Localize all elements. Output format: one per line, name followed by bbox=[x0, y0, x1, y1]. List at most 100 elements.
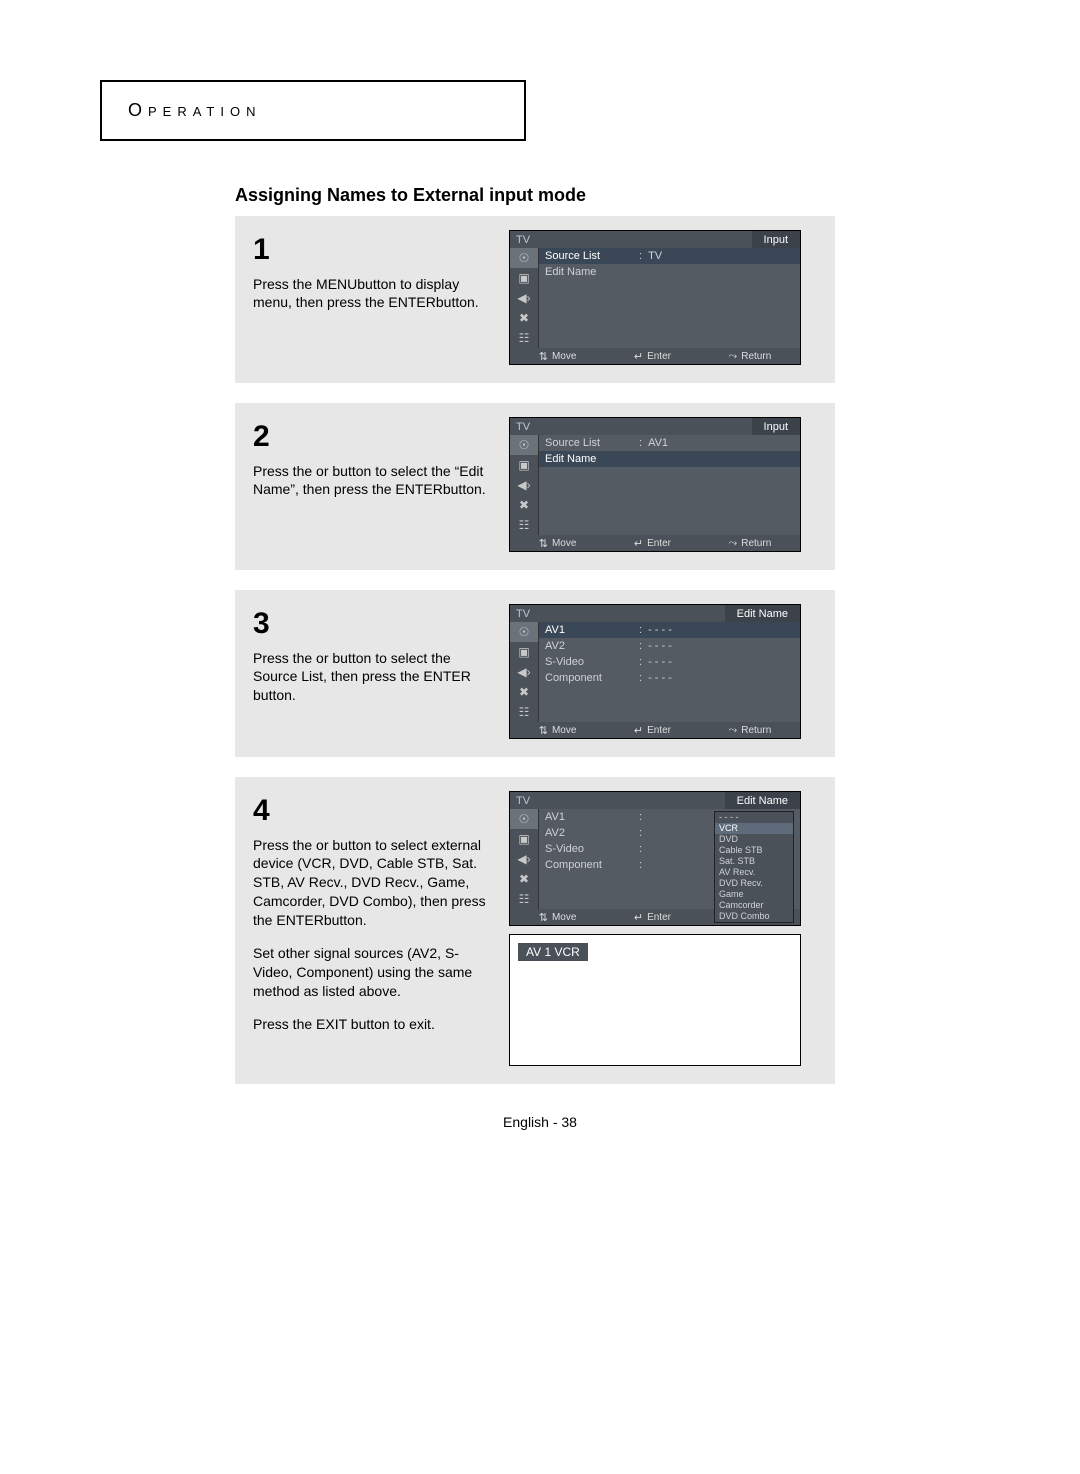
dropdown-item: Cable STB bbox=[715, 845, 793, 856]
box-icon: ▣ bbox=[510, 642, 538, 662]
osd-row-val: - - - - bbox=[648, 672, 672, 684]
step-1-text: 1 Press the MENUbutton to display menu, … bbox=[253, 230, 493, 373]
section-title: Assigning Names to External input mode bbox=[235, 185, 980, 206]
osd-2-row-edit-name: Edit Name bbox=[539, 451, 800, 467]
osd-row-label: AV2 bbox=[545, 827, 633, 839]
step-2-text-b: or bbox=[316, 463, 332, 479]
osd-3-footer: ⇅ Move ↵Enter ⤳Return bbox=[510, 722, 800, 738]
osd-footer-return: ⤳ Return bbox=[728, 537, 771, 550]
osd-3-tv-label: TV bbox=[510, 608, 536, 620]
osd-1-row-edit-name: Edit Name bbox=[539, 264, 800, 280]
osd-row-label: Edit Name bbox=[545, 266, 633, 278]
osd-3-content: AV1 : - - - - AV2 : - - - - S-Video : bbox=[539, 622, 800, 722]
return-icon: ⤳ bbox=[728, 537, 737, 550]
osd-1-content: Source List : TV Edit Name bbox=[539, 248, 800, 348]
box-icon: ▣ bbox=[510, 455, 538, 475]
osd-row-label: AV1 bbox=[545, 624, 633, 636]
display-icon: ☉ bbox=[510, 435, 538, 455]
step-4-para2: Set other signal sources (AV2, S-Video, … bbox=[253, 944, 493, 1001]
step-4: 4 Press the or button to select external… bbox=[235, 777, 835, 1084]
updown-icon: ⇅ bbox=[539, 724, 548, 737]
osd-panel-4: TV Edit Name ☉ ▣ ◀› ✖ ☷ AV1 : bbox=[509, 791, 801, 926]
osd-row-label: S-Video bbox=[545, 656, 633, 668]
osd-row-label: AV2 bbox=[545, 640, 633, 652]
page: Operation Assigning Names to External in… bbox=[0, 0, 1080, 1474]
step-2-osd-wrap: TV Input ☉ ▣ ◀› ✖ ☷ Source List : bbox=[509, 417, 817, 560]
osd-4-body: ☉ ▣ ◀› ✖ ☷ AV1 : AV2 : bbox=[510, 809, 800, 909]
display-icon: ☉ bbox=[510, 248, 538, 268]
step-1: 1 Press the MENUbutton to display menu, … bbox=[235, 216, 835, 383]
x-icon: ✖ bbox=[510, 308, 538, 328]
sliders-icon: ☷ bbox=[510, 328, 538, 348]
osd-3-title: Edit Name bbox=[725, 605, 800, 622]
osd-footer-enter: ↵Enter bbox=[634, 724, 671, 737]
osd-3-row-av1: AV1 : - - - - bbox=[539, 622, 800, 638]
box-icon: ▣ bbox=[510, 829, 538, 849]
osd-panel-2: TV Input ☉ ▣ ◀› ✖ ☷ Source List : bbox=[509, 417, 801, 552]
osd-row-label: Source List bbox=[545, 437, 633, 449]
osd-3-header: TV Edit Name bbox=[510, 605, 800, 622]
osd-3-icon-rail: ☉ ▣ ◀› ✖ ☷ bbox=[510, 622, 539, 722]
osd-3-row-svideo: S-Video : - - - - bbox=[539, 654, 800, 670]
step-1-number: 1 bbox=[253, 230, 493, 271]
osd-panel-3: TV Edit Name ☉ ▣ ◀› ✖ ☷ AV1 : bbox=[509, 604, 801, 739]
osd-4-dropdown: - - - - VCR DVD Cable STB Sat. STB AV Re… bbox=[714, 811, 794, 923]
speaker-icon: ◀› bbox=[510, 475, 538, 495]
osd-row-label: Edit Name bbox=[545, 453, 633, 465]
osd-footer-enter: ↵Enter bbox=[634, 537, 671, 550]
osd-2-row-source-list: Source List : AV1 bbox=[539, 435, 800, 451]
osd-footer-enter: ↵ Enter bbox=[634, 350, 671, 363]
speaker-icon: ◀› bbox=[510, 662, 538, 682]
osd-row-label: Source List bbox=[545, 250, 633, 262]
step-2-text: 2 Press the or button to select the “Edi… bbox=[253, 417, 493, 560]
osd-row-colon: : bbox=[639, 624, 642, 636]
dropdown-item: DVD Recv. bbox=[715, 878, 793, 889]
osd-row-val: - - - - bbox=[648, 656, 672, 668]
osd-2-content: Source List : AV1 Edit Name bbox=[539, 435, 800, 535]
step-2-number: 2 bbox=[253, 417, 493, 458]
osd-footer-move: ⇅Move bbox=[539, 350, 577, 363]
step-4-text-d: button. bbox=[324, 912, 367, 928]
osd-1-tv-label: TV bbox=[510, 234, 536, 246]
osd-row-val: - - - - bbox=[648, 640, 672, 652]
osd-footer-move-label: Move bbox=[552, 725, 576, 736]
return-icon: ⤳ bbox=[728, 724, 737, 737]
sliders-icon: ☷ bbox=[510, 889, 538, 909]
osd-2-header: TV Input bbox=[510, 418, 800, 435]
step-1-text-a: Press the MENU bbox=[253, 276, 357, 292]
osd-footer-enter-label: Enter bbox=[647, 351, 671, 362]
osd-row-colon: : bbox=[639, 437, 642, 449]
speaker-icon: ◀› bbox=[510, 849, 538, 869]
step-3: 3 Press the or button to select the Sour… bbox=[235, 590, 835, 757]
page-footer: English - 38 bbox=[100, 1114, 980, 1130]
osd-row-colon: : bbox=[639, 843, 642, 855]
sliders-icon: ☷ bbox=[510, 702, 538, 722]
osd-footer-enter-label: Enter bbox=[647, 725, 671, 736]
osd-1-header: TV Input bbox=[510, 231, 800, 248]
osd-4-title: Edit Name bbox=[725, 792, 800, 809]
osd-row-colon: : bbox=[639, 656, 642, 668]
dropdown-item: DVD bbox=[715, 834, 793, 845]
osd-2-tv-label: TV bbox=[510, 421, 536, 433]
osd-footer-return: ⤳Return bbox=[728, 350, 771, 363]
enter-icon: ↵ bbox=[634, 537, 643, 550]
display-icon: ☉ bbox=[510, 809, 538, 829]
step-3-text-a: Press the bbox=[253, 650, 316, 666]
step-4-text-b: or bbox=[316, 837, 332, 853]
operation-header-box: Operation bbox=[100, 80, 526, 141]
dropdown-item: Game bbox=[715, 889, 793, 900]
osd-row-label: AV1 bbox=[545, 811, 633, 823]
osd-2-footer: ⇅Move ↵Enter ⤳Return bbox=[510, 535, 800, 551]
dropdown-item: AV Recv. bbox=[715, 867, 793, 878]
osd-4-result-bar: AV 1 VCR bbox=[518, 943, 588, 961]
enter-icon: ↵ bbox=[634, 350, 643, 363]
step-1-osd-wrap: TV Input ☉ ▣ ◀› ✖ ☷ Source List : bbox=[509, 230, 817, 373]
osd-4-result-box: AV 1 VCR bbox=[509, 934, 801, 1066]
step-4-para3: Press the EXIT button to exit. bbox=[253, 1015, 493, 1034]
step-4-number: 4 bbox=[253, 791, 493, 832]
osd-footer-move-label: Move bbox=[552, 351, 576, 362]
osd-footer-return: ⤳Return bbox=[728, 724, 771, 737]
step-1-text-c: button. bbox=[436, 294, 479, 310]
osd-footer-return-label: Return bbox=[741, 351, 771, 362]
osd-footer-return-label: Return bbox=[741, 538, 771, 549]
